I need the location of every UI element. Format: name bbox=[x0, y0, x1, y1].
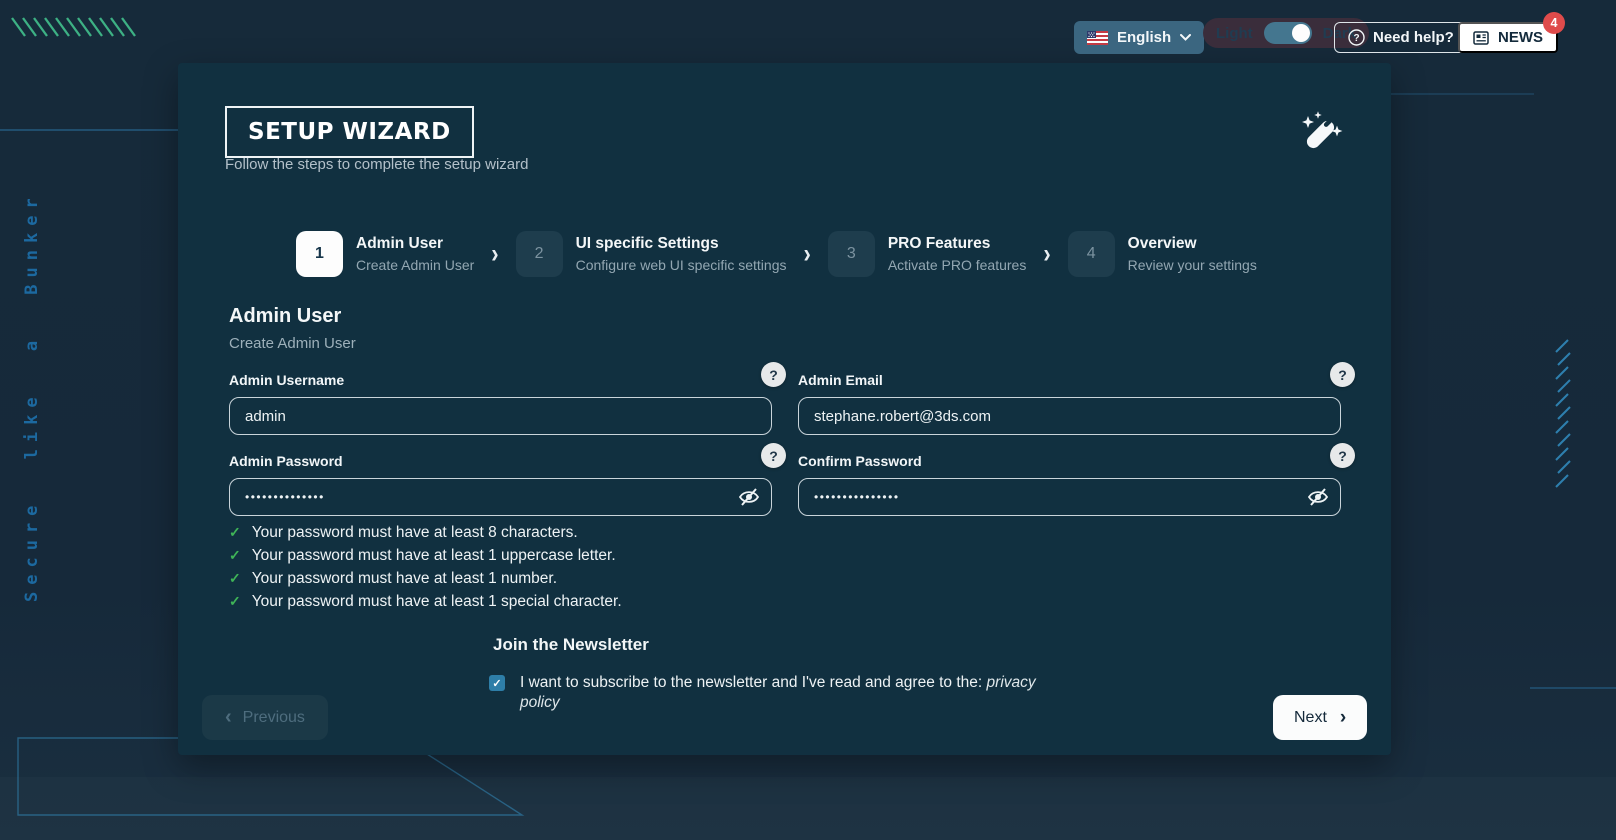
step-number: 2 bbox=[515, 231, 563, 277]
password-rule-item: ✓ Your password must have at least 1 spe… bbox=[229, 593, 622, 611]
step-title: Admin User bbox=[356, 235, 443, 252]
confirm-password-label: Confirm Password bbox=[798, 453, 922, 469]
confirm-password-input[interactable] bbox=[798, 478, 1341, 516]
next-label: Next bbox=[1294, 708, 1327, 726]
admin-form: Admin Username ? Admin Email ? Admin bbox=[229, 362, 1519, 516]
step-pro-features[interactable]: 3 PRO Features Activate PRO features bbox=[827, 231, 1027, 277]
email-input[interactable] bbox=[798, 397, 1341, 435]
eye-slash-icon bbox=[1307, 488, 1329, 506]
check-icon: ✓ bbox=[229, 547, 241, 563]
step-overview[interactable]: 4 Overview Review your settings bbox=[1067, 231, 1257, 277]
newsletter-consent-text: I want to subscribe to the newsletter an… bbox=[520, 673, 1040, 713]
step-subtitle: Create Admin User bbox=[356, 257, 475, 273]
username-help-icon[interactable]: ? bbox=[761, 362, 786, 387]
newsletter-title: Join the Newsletter bbox=[493, 635, 649, 654]
newspaper-icon bbox=[1473, 30, 1489, 45]
chevron-right-icon: › bbox=[1043, 238, 1051, 269]
chevron-right-icon: › bbox=[491, 238, 499, 269]
check-icon: ✓ bbox=[229, 524, 241, 540]
eye-slash-icon bbox=[738, 488, 760, 506]
language-label: English bbox=[1117, 29, 1172, 46]
svg-text:?: ? bbox=[1353, 33, 1359, 44]
confirm-password-field-group: Confirm Password ? bbox=[798, 443, 1355, 516]
step-number: 4 bbox=[1067, 231, 1115, 277]
news-label: NEWS bbox=[1498, 29, 1543, 46]
step-number: 1 bbox=[296, 231, 343, 277]
next-button[interactable]: Next › bbox=[1273, 695, 1368, 740]
chevron-down-icon bbox=[1180, 34, 1192, 41]
news-count-badge: 4 bbox=[1543, 12, 1565, 34]
password-rule-item: ✓ Your password must have at least 8 cha… bbox=[229, 524, 622, 542]
blue-slashes-decoration bbox=[1555, 339, 1571, 488]
rule-text: Your password must have at least 1 speci… bbox=[251, 593, 622, 610]
confirm-password-visibility-toggle[interactable] bbox=[1306, 485, 1330, 509]
need-help-label: Need help? bbox=[1373, 29, 1454, 46]
previous-label: Previous bbox=[242, 708, 305, 726]
chevron-right-icon: › bbox=[1339, 706, 1347, 728]
check-icon: ✓ bbox=[229, 593, 241, 609]
rule-text: Your password must have at least 1 numbe… bbox=[251, 570, 558, 587]
consent-text: I want to subscribe to the newsletter an… bbox=[520, 674, 983, 691]
setup-wizard-logo: SETUP WIZARD bbox=[225, 106, 474, 158]
newsletter-checkbox[interactable]: ✓ bbox=[489, 675, 505, 691]
toggle-knob bbox=[1291, 24, 1310, 42]
password-help-icon[interactable]: ? bbox=[761, 443, 786, 468]
form-section-subtitle: Create Admin User bbox=[229, 335, 356, 352]
rule-text: Your password must have at least 1 upper… bbox=[251, 547, 616, 564]
step-subtitle: Activate PRO features bbox=[887, 257, 1027, 273]
question-circle-icon: ? bbox=[1348, 29, 1365, 46]
topbar: English Light Dark ? Need help? NEWS 4 bbox=[0, 0, 1616, 56]
wizard-tagline: Follow the steps to complete the setup w… bbox=[225, 156, 529, 173]
email-help-icon[interactable]: ? bbox=[1330, 362, 1355, 387]
step-subtitle: Review your settings bbox=[1127, 257, 1257, 273]
page-background: Secure like a Bunker English Light Dark … bbox=[0, 0, 1616, 840]
secure-bunker-tagline: Secure like a Bunker bbox=[22, 191, 42, 602]
form-section-title: Admin User bbox=[229, 305, 342, 327]
previous-button[interactable]: ‹ Previous bbox=[202, 695, 328, 740]
step-number: 3 bbox=[827, 231, 875, 277]
newsletter-consent-row: ✓ I want to subscribe to the newsletter … bbox=[489, 673, 1040, 713]
password-visibility-toggle[interactable] bbox=[737, 485, 761, 509]
language-select[interactable]: English bbox=[1074, 21, 1205, 54]
email-field-group: Admin Email ? bbox=[798, 362, 1355, 435]
username-label: Admin Username bbox=[229, 372, 345, 388]
password-rules-list: ✓ Your password must have at least 8 cha… bbox=[229, 524, 622, 616]
step-title: PRO Features bbox=[887, 235, 991, 252]
password-rule-item: ✓ Your password must have at least 1 num… bbox=[229, 570, 622, 588]
check-icon: ✓ bbox=[229, 570, 241, 586]
confirm-password-help-icon[interactable]: ? bbox=[1330, 443, 1355, 468]
rule-text: Your password must have at least 8 chara… bbox=[251, 524, 578, 541]
step-title: Overview bbox=[1127, 235, 1197, 252]
need-help-button[interactable]: ? Need help? bbox=[1334, 22, 1468, 53]
step-subtitle: Configure web UI specific settings bbox=[575, 257, 787, 273]
step-admin-user[interactable]: 1 Admin User Create Admin User bbox=[296, 231, 474, 277]
email-label: Admin Email bbox=[798, 372, 883, 388]
username-field-group: Admin Username ? bbox=[229, 362, 786, 435]
news-button[interactable]: NEWS 4 bbox=[1458, 12, 1565, 53]
magic-wand-icon bbox=[1302, 111, 1343, 149]
setup-wizard-card: SETUP WIZARD Follow the steps to complet… bbox=[178, 63, 1391, 755]
bottom-band bbox=[0, 777, 1616, 840]
password-field-group: Admin Password ? bbox=[229, 443, 786, 516]
chevron-left-icon: ‹ bbox=[225, 706, 232, 728]
light-label: Light bbox=[1216, 24, 1253, 42]
chevron-right-icon: › bbox=[803, 238, 811, 269]
username-input[interactable] bbox=[229, 397, 772, 435]
us-flag-icon bbox=[1087, 30, 1108, 45]
password-input[interactable] bbox=[229, 478, 772, 516]
password-rule-item: ✓ Your password must have at least 1 upp… bbox=[229, 547, 622, 565]
step-title: UI specific Settings bbox=[575, 235, 719, 252]
wizard-steps: 1 Admin User Create Admin User › 2 UI sp… bbox=[296, 231, 1257, 277]
step-ui-settings[interactable]: 2 UI specific Settings Configure web UI … bbox=[515, 231, 787, 277]
password-label: Admin Password bbox=[229, 453, 343, 469]
theme-toggle[interactable] bbox=[1263, 22, 1312, 44]
